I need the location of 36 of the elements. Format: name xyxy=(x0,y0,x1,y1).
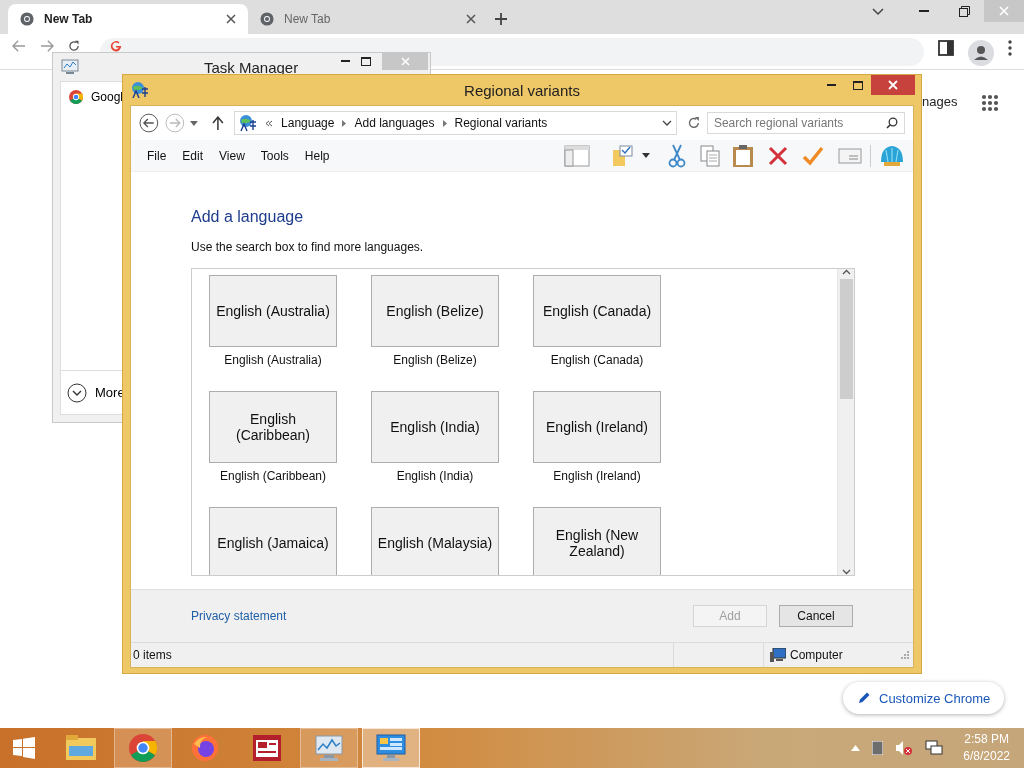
cancel-button[interactable]: Cancel xyxy=(779,605,853,627)
language-caption: English (Caribbean) xyxy=(219,469,327,483)
images-link[interactable]: nages xyxy=(922,94,958,109)
breadcrumb-item[interactable]: Add languages xyxy=(354,116,435,130)
customize-chrome-button[interactable]: Customize Chrome xyxy=(843,682,1005,714)
language-caption: English (Belize) xyxy=(393,353,477,367)
language-tile[interactable]: English (India) xyxy=(371,391,499,463)
language-tile[interactable]: English (Canada) xyxy=(533,275,661,347)
language-tile[interactable]: English (Jamaica) xyxy=(209,507,337,575)
language-tile[interactable]: English (New Zealand) xyxy=(533,507,661,575)
language-caption: English (Ireland) xyxy=(553,469,641,483)
language-tile[interactable]: English (Caribbean) xyxy=(209,391,337,463)
language-tile[interactable]: English (Belize) xyxy=(371,275,499,347)
menu-item[interactable]: Tools xyxy=(252,148,297,163)
window-title: Task Manager xyxy=(204,58,299,76)
section-heading: Add a language xyxy=(191,208,305,226)
language-caption: English (Canada) xyxy=(550,353,644,367)
item-count: 0 items xyxy=(133,648,172,662)
address-field[interactable]: Language Add languages Regional variants xyxy=(234,111,678,135)
language-caption: English (India) xyxy=(396,469,474,483)
window-title: Regional variants xyxy=(463,81,581,99)
language-tile[interactable]: English (Australia) xyxy=(209,275,337,347)
search-field[interactable]: Search regional variants xyxy=(706,112,905,134)
menu-item[interactable]: View xyxy=(211,148,253,163)
instruction-text: Use the search box to find more languages. xyxy=(191,240,425,254)
browser-tab[interactable]: New Tab xyxy=(8,4,248,34)
language-tile[interactable]: English (Ireland) xyxy=(533,391,661,463)
location-text: Computer xyxy=(790,648,843,662)
language-caption: English (Australia) xyxy=(224,353,322,367)
menu-item[interactable]: Edit xyxy=(174,148,212,163)
menu-item[interactable]: Help xyxy=(296,148,338,163)
breadcrumb-item[interactable]: Language xyxy=(281,116,335,130)
language-tile[interactable]: English (Malaysia) xyxy=(371,507,499,575)
breadcrumb-item[interactable]: Regional variants xyxy=(454,116,548,130)
menu-item[interactable]: File xyxy=(139,148,175,163)
privacy-link[interactable]: Privacy statement xyxy=(191,609,287,623)
